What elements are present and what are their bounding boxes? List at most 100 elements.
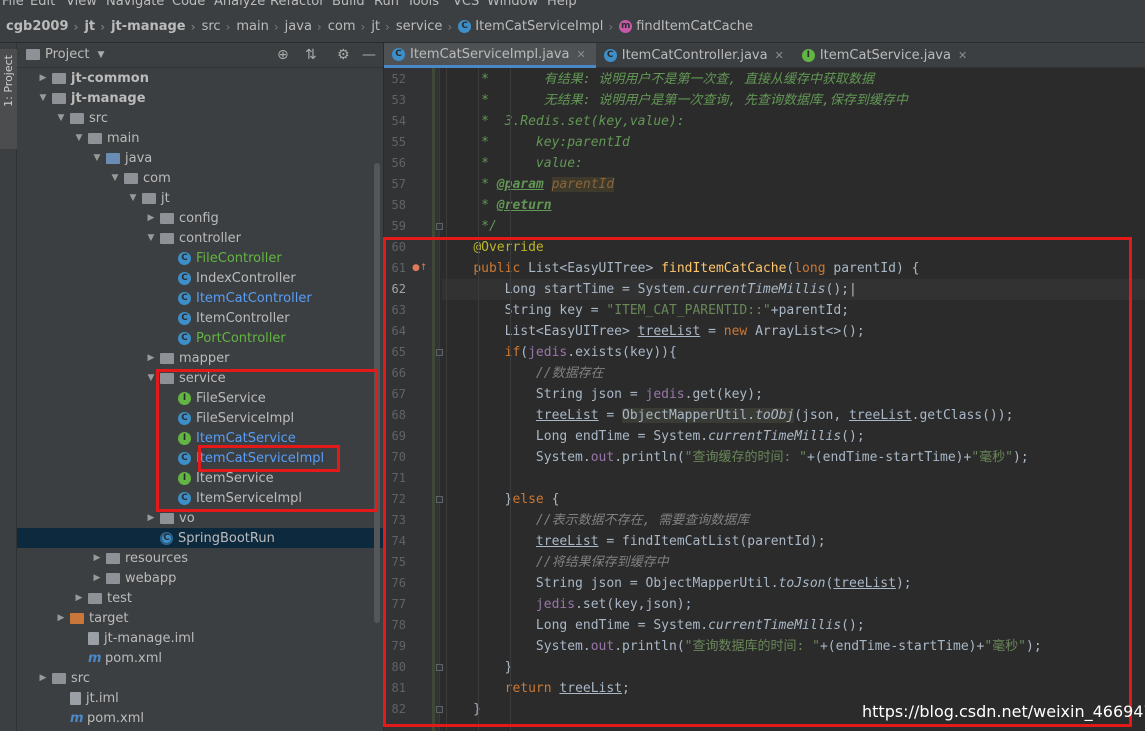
- breadcrumb-item[interactable]: jt ›: [371, 19, 396, 34]
- class-icon: C: [178, 311, 191, 325]
- tree-item[interactable]: C SpringBootRun: [17, 528, 383, 548]
- project-tool-tab[interactable]: 1: Project: [0, 49, 17, 149]
- tree-item[interactable]: ▼ controller: [17, 228, 383, 248]
- tree-item-label: IndexController: [196, 270, 296, 286]
- menu-item-build[interactable]: Build: [332, 0, 365, 9]
- menu-item-help[interactable]: Help: [547, 0, 577, 9]
- tree-item[interactable]: ▶ src: [17, 668, 383, 688]
- line-number: 54: [391, 114, 406, 128]
- tree-item-label: ItemCatController: [196, 290, 312, 306]
- chevron-right-icon: ›: [316, 19, 322, 34]
- breadcrumb-item[interactable]: java ›: [285, 19, 328, 34]
- breadcrumb-item[interactable]: service ›: [396, 19, 458, 34]
- menu-item-window[interactable]: Window: [487, 0, 538, 9]
- project-view-selector[interactable]: Project ▼: [26, 47, 104, 62]
- code-token: @return: [496, 198, 552, 213]
- locate-target-icon[interactable]: ⊕: [277, 47, 289, 63]
- tree-item[interactable]: C ItemCatController: [17, 288, 383, 308]
- expand-right-icon[interactable]: ▶: [73, 593, 85, 603]
- chevron-right-icon: ›: [190, 19, 196, 34]
- tree-item[interactable]: ▶ mapper: [17, 348, 383, 368]
- class-icon: C: [458, 20, 472, 33]
- expand-down-icon[interactable]: ▼: [91, 153, 103, 163]
- expand-down-icon[interactable]: ▼: [55, 113, 67, 123]
- tree-item[interactable]: jt-manage.iml: [17, 628, 383, 648]
- breadcrumb-item[interactable]: m findItemCatCache: [619, 19, 753, 34]
- class-icon: C: [178, 291, 191, 305]
- menu-item-refactor[interactable]: Refactor: [270, 0, 325, 9]
- expand-right-icon[interactable]: ▶: [145, 513, 157, 523]
- gear-icon[interactable]: ⚙: [337, 47, 350, 63]
- editor-tab[interactable]: C ItemCatController.java ✕: [596, 43, 794, 68]
- spring-boot-class-icon: C: [160, 531, 173, 545]
- expand-down-icon[interactable]: ▼: [37, 93, 49, 103]
- breadcrumb-item[interactable]: jt ›: [84, 19, 111, 34]
- tree-item[interactable]: C IndexController: [17, 268, 383, 288]
- class-icon: C: [178, 251, 191, 265]
- project-panel-header: Project ▼ ⊕ ⇅ ⚙ —: [17, 43, 383, 68]
- menu-item-view[interactable]: View: [66, 0, 97, 9]
- tree-item[interactable]: jt.iml: [17, 688, 383, 708]
- tree-item-label: jt-manage: [71, 90, 146, 106]
- expand-right-icon[interactable]: ▶: [91, 573, 103, 583]
- tree-item[interactable]: ▼ src: [17, 108, 383, 128]
- tree-item[interactable]: ▶ resources: [17, 548, 383, 568]
- code-line: * @param parentId: [442, 174, 1145, 195]
- tree-item[interactable]: ▶ config: [17, 208, 383, 228]
- expand-right-icon[interactable]: ▶: [37, 673, 49, 683]
- tree-item[interactable]: ▶ test: [17, 588, 383, 608]
- code-token: *: [442, 198, 497, 213]
- tree-item[interactable]: ▶ target: [17, 608, 383, 628]
- expand-right-icon[interactable]: ▶: [55, 613, 67, 623]
- tree-item[interactable]: ▶ webapp: [17, 568, 383, 588]
- breadcrumb-label: cgb2009: [6, 19, 69, 34]
- tree-item[interactable]: ▶ jt-common: [17, 68, 383, 88]
- tree-item[interactable]: ▼ java: [17, 148, 383, 168]
- tree-item[interactable]: C ItemController: [17, 308, 383, 328]
- expand-down-icon[interactable]: ▼: [73, 133, 85, 143]
- code-token: @param: [496, 177, 544, 192]
- folder-icon: [160, 512, 174, 524]
- editor-tab[interactable]: I ItemCatService.java ✕: [794, 43, 977, 68]
- expand-right-icon[interactable]: ▶: [91, 553, 103, 563]
- collapse-all-icon[interactable]: ⇅: [305, 47, 317, 63]
- menu-item-vcs[interactable]: VCS: [453, 0, 479, 9]
- tree-item[interactable]: C FileController: [17, 248, 383, 268]
- menu-item-analyze[interactable]: Analyze: [214, 0, 265, 9]
- breadcrumb-item[interactable]: C ItemCatServiceImpl ›: [458, 19, 619, 34]
- expand-down-icon[interactable]: ▼: [145, 233, 157, 243]
- method-highlight-box: [383, 237, 1132, 727]
- tree-item[interactable]: ▼ com: [17, 168, 383, 188]
- tree-item[interactable]: ▼ main: [17, 128, 383, 148]
- menu-item-tools[interactable]: Tools: [407, 0, 439, 9]
- line-number: 57: [391, 177, 406, 191]
- expand-right-icon[interactable]: ▶: [37, 73, 49, 83]
- close-icon[interactable]: ✕: [775, 49, 784, 62]
- expand-down-icon[interactable]: ▼: [109, 173, 121, 183]
- menu-item-navigate[interactable]: Navigate: [106, 0, 164, 9]
- menu-item-code[interactable]: Code: [172, 0, 205, 9]
- expand-down-icon[interactable]: ▼: [127, 193, 139, 203]
- tree-item[interactable]: ▼ jt: [17, 188, 383, 208]
- breadcrumb-item[interactable]: main ›: [236, 19, 284, 34]
- tree-item[interactable]: ▼ jt-manage: [17, 88, 383, 108]
- expand-right-icon[interactable]: ▶: [145, 353, 157, 363]
- menu-item-file[interactable]: File: [2, 0, 24, 9]
- menu-item-run[interactable]: Run: [374, 0, 399, 9]
- editor-tab-label: ItemCatServiceImpl.java: [410, 46, 570, 62]
- tree-item-label: config: [179, 210, 219, 226]
- tree-item[interactable]: m pom.xml: [17, 708, 383, 728]
- expand-right-icon[interactable]: ▶: [145, 213, 157, 223]
- navigation-breadcrumb: cgb2009 › jt › jt-manage › src › main › java › com › j…: [0, 11, 1145, 43]
- breadcrumb-item[interactable]: cgb2009 ›: [6, 19, 84, 34]
- tree-item[interactable]: m pom.xml: [17, 648, 383, 668]
- breadcrumb-item[interactable]: src ›: [202, 19, 237, 34]
- close-icon[interactable]: ✕: [577, 48, 586, 61]
- tree-item[interactable]: C PortController: [17, 328, 383, 348]
- hide-panel-icon[interactable]: —: [362, 47, 376, 63]
- breadcrumb-item[interactable]: com ›: [328, 19, 372, 34]
- breadcrumb-item[interactable]: jt-manage ›: [111, 19, 202, 34]
- close-icon[interactable]: ✕: [958, 49, 967, 62]
- editor-tab[interactable]: C ItemCatServiceImpl.java ✕: [384, 43, 596, 68]
- menu-item-edit[interactable]: Edit: [30, 0, 55, 9]
